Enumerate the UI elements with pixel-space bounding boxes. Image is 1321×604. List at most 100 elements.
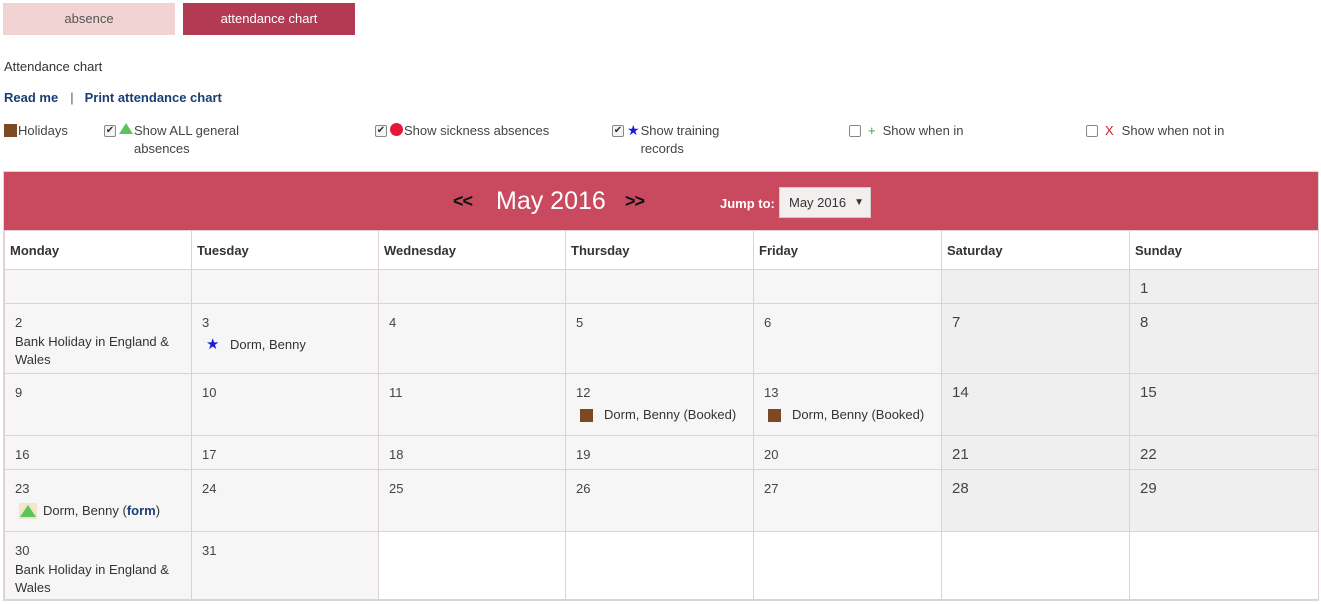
day-number: 18 [389, 447, 404, 462]
jump-to-select[interactable]: May 2016 ▼ [779, 187, 871, 218]
day-cell[interactable]: 31 [191, 531, 379, 600]
week-row: 1 [4, 269, 1319, 304]
day-cell[interactable]: 25 [378, 469, 566, 532]
weekday-header: Wednesday [378, 230, 566, 270]
day-cell[interactable]: 4 [378, 303, 566, 374]
weekday-header: Sunday [1129, 230, 1319, 270]
day-cell-empty [565, 269, 754, 304]
week-row: 23 Dorm, Benny (form) 24 25 26 27 28 29 [4, 469, 1319, 532]
day-cell[interactable]: 17 [191, 435, 379, 470]
weekday-header: Saturday [941, 230, 1130, 270]
day-cell[interactable]: 20 [753, 435, 942, 470]
week-row: 30 Bank Holiday in England & Wales 31 [4, 531, 1319, 600]
day-cell[interactable]: 7 [941, 303, 1130, 374]
filter-not-in-label: Show when not in [1121, 123, 1225, 138]
day-cell[interactable]: 27 [753, 469, 942, 532]
week-row: 16 17 18 19 20 21 22 [4, 435, 1319, 470]
day-number: 23 [15, 481, 30, 496]
sickness-absences-checkbox[interactable]: ✔ [375, 125, 387, 137]
show-when-not-in-checkbox[interactable] [1086, 125, 1098, 137]
day-cell[interactable]: 21 [941, 435, 1130, 470]
day-cell[interactable]: 8 [1129, 303, 1319, 374]
day-cell[interactable]: 2 Bank Holiday in England & Wales [4, 303, 192, 374]
calendar-grid: Monday Tuesday Wednesday Thursday Friday… [4, 230, 1319, 600]
filter-show-when-in: + Show when in [849, 122, 964, 140]
filter-sickness-absences: ✔ Show sickness absences [375, 122, 549, 140]
day-number: 8 [1140, 314, 1149, 331]
holiday-square-icon [768, 408, 781, 422]
day-cell[interactable]: 26 [565, 469, 754, 532]
day-number: 14 [952, 384, 969, 401]
day-cell-empty [941, 269, 1130, 304]
form-link[interactable]: form [127, 503, 156, 518]
day-cell[interactable]: 11 [378, 373, 566, 436]
day-number: 10 [202, 385, 217, 400]
filter-holidays: Holidays [3, 122, 68, 140]
day-cell[interactable]: 9 [4, 373, 192, 436]
filter-when-in-label: Show when in [882, 123, 964, 138]
day-number: 19 [576, 447, 591, 462]
day-cell-empty [378, 531, 566, 600]
tab-absence[interactable]: absence [3, 3, 175, 35]
filter-bar: Holidays ✔ Show ALL general absences ✔ Sh… [3, 122, 1319, 162]
entry-name: Dorm, Benny [230, 337, 306, 352]
day-cell[interactable]: 28 [941, 469, 1130, 532]
training-records-checkbox[interactable]: ✔ [612, 125, 624, 137]
day-cell[interactable]: 6 [753, 303, 942, 374]
day-cell[interactable]: 19 [565, 435, 754, 470]
read-me-link[interactable]: Read me [4, 90, 58, 105]
training-entry[interactable]: ★ Dorm, Benny [202, 335, 378, 355]
holiday-entry[interactable]: Dorm, Benny (Booked) [576, 405, 753, 425]
day-cell[interactable]: 10 [191, 373, 379, 436]
jump-to-label: Jump to: [720, 196, 775, 211]
day-cell[interactable]: 23 Dorm, Benny (form) [4, 469, 192, 532]
filter-holidays-label: Holidays [18, 123, 68, 138]
day-cell[interactable]: 12 Dorm, Benny (Booked) [565, 373, 754, 436]
day-number: 27 [764, 481, 779, 496]
print-attendance-chart-link[interactable]: Print attendance chart [85, 90, 222, 105]
day-cell[interactable]: 3 ★ Dorm, Benny [191, 303, 379, 374]
day-number: 30 [15, 543, 30, 558]
day-cell[interactable]: 22 [1129, 435, 1319, 470]
next-month-button[interactable]: >> [625, 191, 645, 212]
filter-sickness-label: Show sickness absences [404, 123, 550, 138]
day-cell-empty [1129, 531, 1319, 600]
day-cell[interactable]: 24 [191, 469, 379, 532]
day-cell[interactable]: 13 Dorm, Benny (Booked) [753, 373, 942, 436]
day-cell-empty [565, 531, 754, 600]
day-number: 17 [202, 447, 217, 462]
day-number: 13 [764, 385, 779, 400]
green-triangle-icon [119, 123, 133, 134]
general-absence-entry[interactable]: Dorm, Benny (form) [15, 501, 191, 521]
day-cell[interactable]: 15 [1129, 373, 1319, 436]
filter-general-label: Show ALL general absences [134, 123, 240, 156]
day-cell[interactable]: 30 Bank Holiday in England & Wales [4, 531, 192, 600]
entry-name: Dorm, Benny (Booked) [604, 407, 737, 422]
green-triangle-icon [20, 505, 36, 517]
previous-month-button[interactable]: << [453, 191, 473, 212]
day-number: 25 [389, 481, 404, 496]
day-cell-empty [4, 269, 192, 304]
day-number: 4 [389, 315, 397, 330]
day-cell-empty [753, 531, 942, 600]
general-absences-checkbox[interactable]: ✔ [104, 125, 116, 137]
tab-attendance-chart[interactable]: attendance chart [183, 3, 355, 35]
day-cell[interactable]: 14 [941, 373, 1130, 436]
calendar-header: << May 2016 >> Jump to: May 2016 ▼ [4, 172, 1318, 230]
day-number: 1 [1140, 280, 1149, 297]
day-cell[interactable]: 1 [1129, 269, 1319, 304]
day-cell[interactable]: 16 [4, 435, 192, 470]
day-cell[interactable]: 29 [1129, 469, 1319, 532]
day-number: 9 [15, 385, 23, 400]
holiday-entry[interactable]: Dorm, Benny (Booked) [764, 405, 941, 425]
week-row: 9 10 11 12 Dorm, Benny (Booked) 13 Dorm,… [4, 373, 1319, 436]
day-number: 16 [15, 447, 30, 462]
show-when-in-checkbox[interactable] [849, 125, 861, 137]
day-cell[interactable]: 5 [565, 303, 754, 374]
day-number: 7 [952, 314, 961, 331]
month-title: May 2016 [496, 187, 606, 215]
entry-name: Dorm, Benny (Booked) [792, 407, 925, 422]
blue-star-icon: ★ [627, 122, 640, 138]
day-cell[interactable]: 18 [378, 435, 566, 470]
filter-general-absences: ✔ Show ALL general absences [104, 122, 239, 158]
